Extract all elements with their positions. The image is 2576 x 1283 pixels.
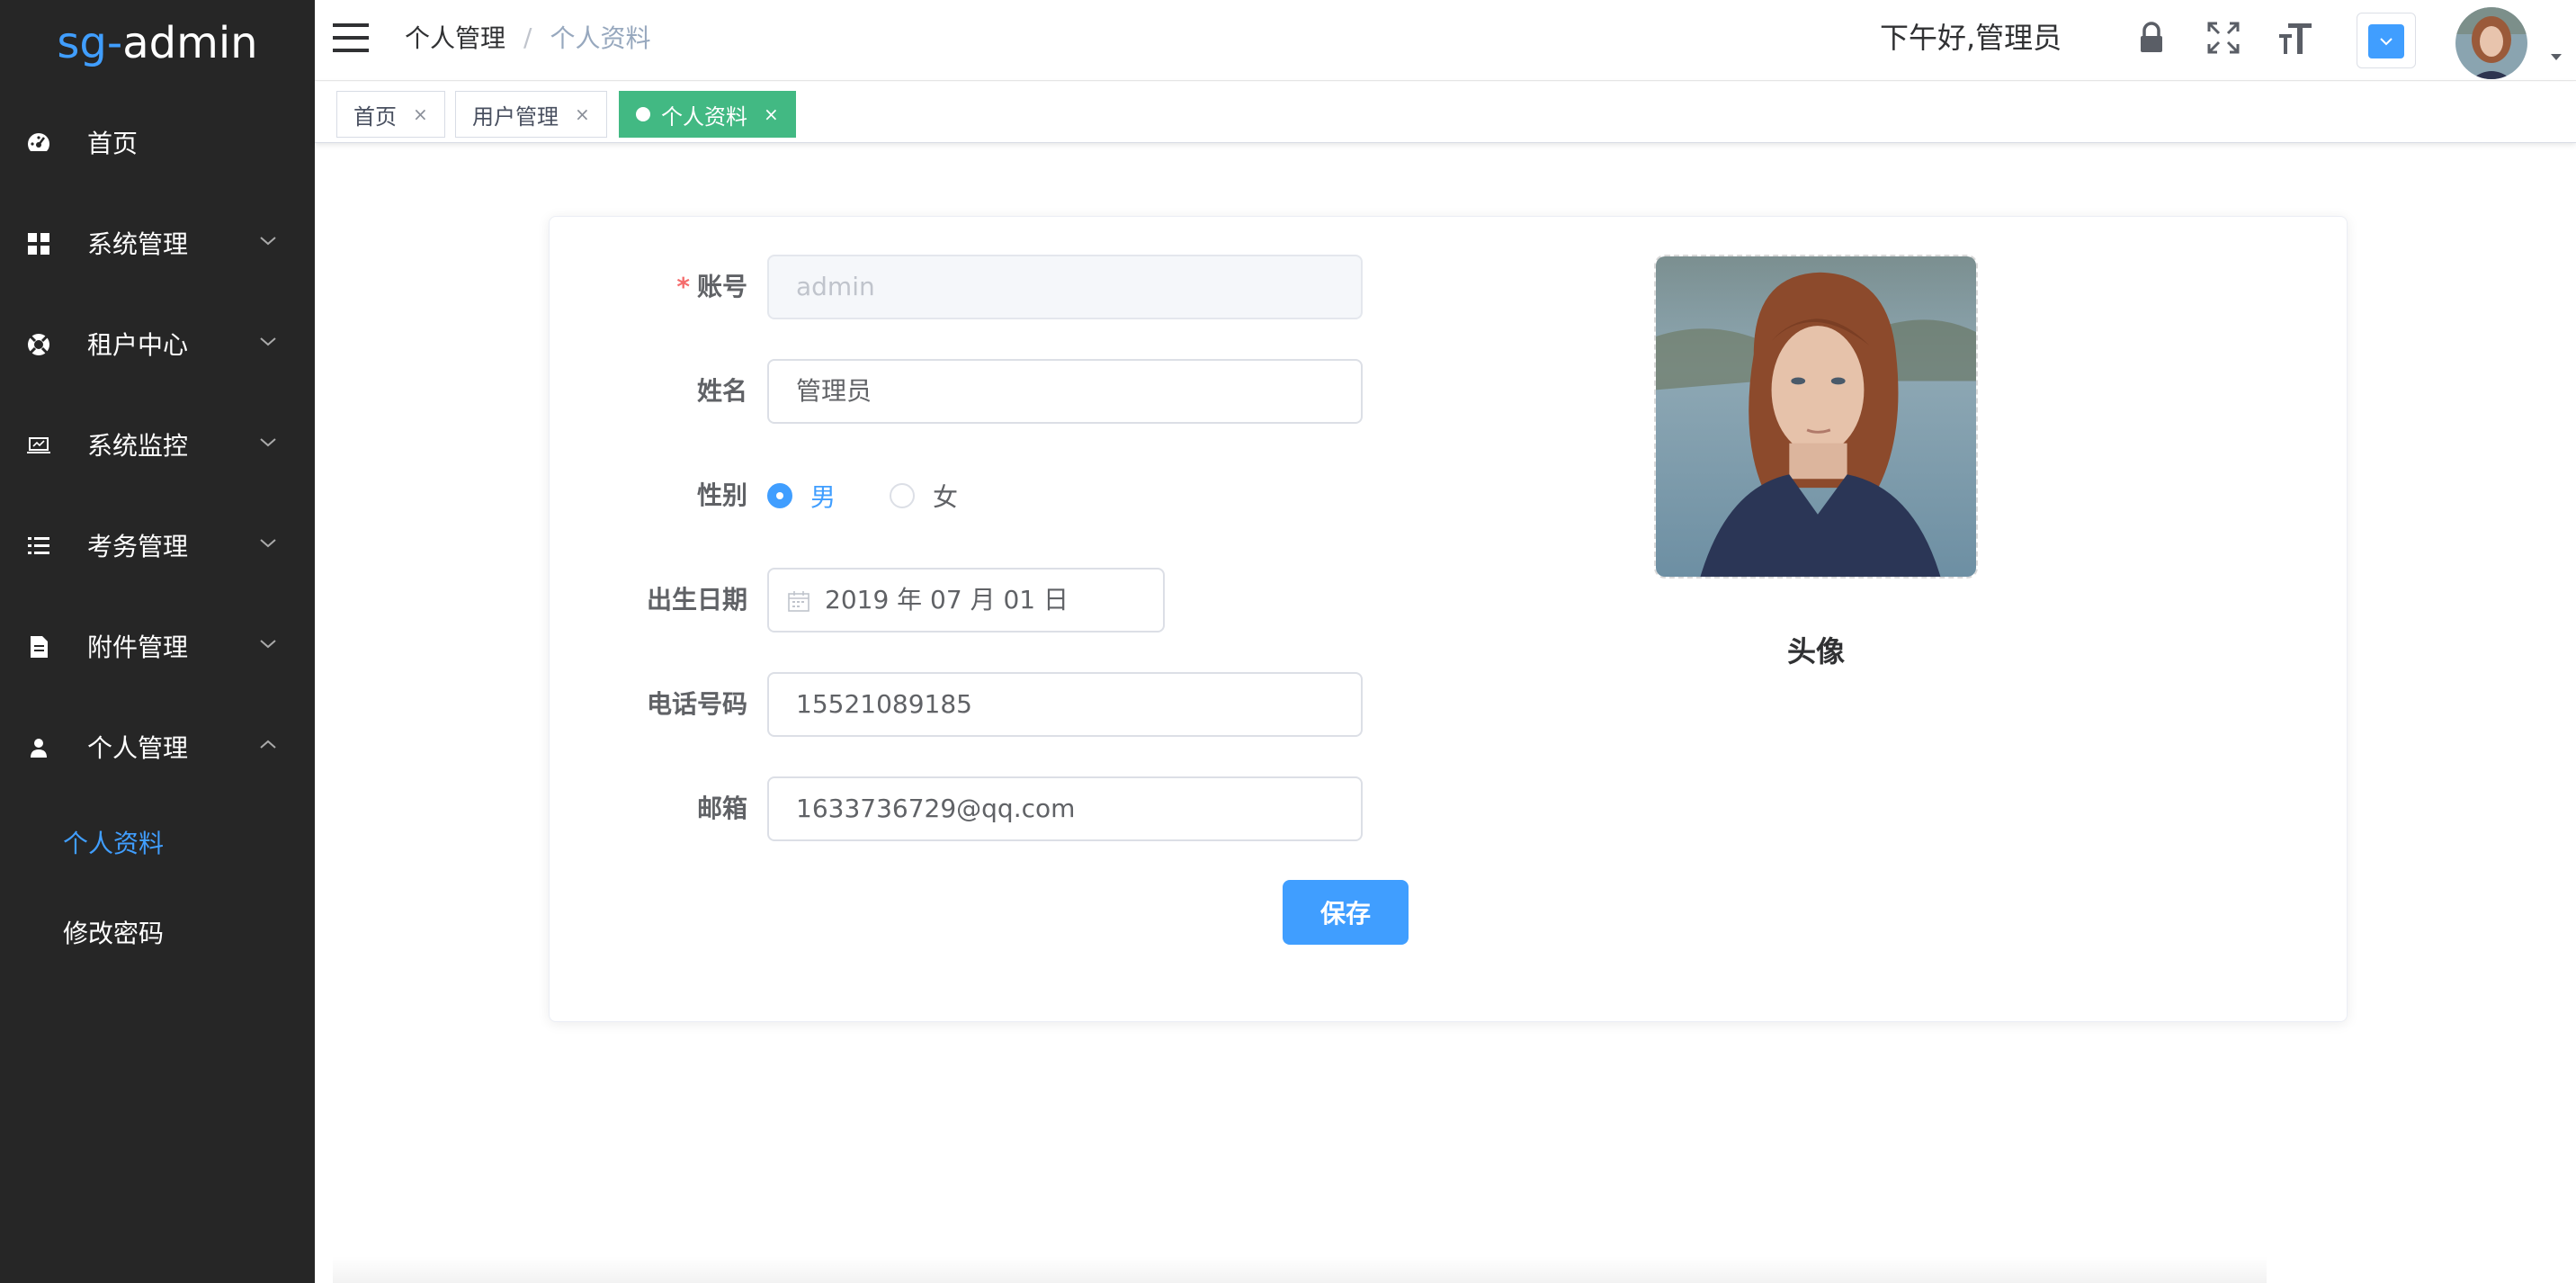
sidebar-subitem-change-password[interactable]: 修改密码: [0, 889, 315, 975]
breadcrumb-item[interactable]: 个人管理: [405, 19, 505, 55]
footer-shadow: [333, 1256, 2267, 1283]
app-logo[interactable]: sg - admin: [0, 0, 315, 86]
save-button[interactable]: 保存: [1283, 880, 1409, 945]
dashboard-icon: [27, 133, 50, 151]
lock-icon[interactable]: [2133, 20, 2169, 56]
close-icon[interactable]: ×: [575, 103, 590, 125]
form-row-birthday: 出生日期 2019 年 07 月 01 日: [550, 568, 1449, 633]
avatar-photo: [1656, 256, 1976, 577]
required-mark: *: [676, 272, 690, 301]
radio-checked-icon: [767, 483, 792, 508]
logo-suffix: admin: [122, 18, 258, 68]
sidebar-item-label: 租户中心: [87, 330, 189, 360]
account-input: admin: [767, 255, 1363, 319]
sidebar-item-home[interactable]: 首页: [0, 97, 315, 187]
sidebar-item-label: 系统监控: [87, 431, 189, 461]
fullscreen-icon[interactable]: [2205, 20, 2241, 56]
sidebar-item-exam[interactable]: 考务管理: [0, 500, 315, 590]
file-icon: [31, 636, 48, 658]
breadcrumb-current: 个人资料: [550, 23, 651, 53]
sidebar-subitem-profile[interactable]: 个人资料: [0, 799, 315, 885]
breadcrumb-separator: /: [523, 22, 532, 52]
hamburger-icon[interactable]: [333, 22, 369, 54]
theme-color-swatch: [2368, 24, 2404, 58]
account-label-text: 账号: [696, 272, 747, 301]
sidebar: sg - admin 首页 系统管理 租户中心 系统监控 考务管理 附件管理 个…: [0, 0, 315, 1283]
sidebar-subitem-label: 修改密码: [63, 919, 165, 948]
active-dot-icon: [636, 107, 650, 121]
avatar-caption: 头像: [1786, 634, 1845, 668]
chevron-down-icon: [2380, 38, 2393, 46]
birthday-date-picker[interactable]: 2019 年 07 月 01 日: [767, 568, 1165, 633]
form-row-gender: 性别 男 女: [550, 463, 1449, 528]
sidebar-item-label: 系统管理: [87, 229, 189, 259]
monitor-icon: [27, 437, 50, 453]
form-row-account: * 账号 admin: [550, 255, 1449, 319]
greeting-text: 下午好,管理员: [1880, 21, 2062, 55]
sidebar-item-attachment[interactable]: 附件管理: [0, 601, 315, 691]
sidebar-item-label: 附件管理: [87, 633, 189, 662]
profile-card: * 账号 admin 姓名 管理员 性别 男 女 出生日期 2019 年 07 …: [549, 216, 2348, 1022]
logo-dash: -: [106, 18, 123, 68]
sidebar-subitem-label: 个人资料: [63, 829, 165, 858]
birthday-label: 出生日期: [646, 585, 747, 615]
phone-input[interactable]: 15521089185: [767, 672, 1363, 737]
radio-label: 女: [933, 482, 959, 512]
sidebar-item-system[interactable]: 系统管理: [0, 198, 315, 288]
email-input[interactable]: 1633736729@qq.com: [767, 776, 1363, 841]
font-size-icon[interactable]: [2277, 20, 2313, 56]
phone-label: 电话号码: [646, 689, 747, 719]
caret-down-icon[interactable]: [2549, 52, 2563, 61]
avatar-image: [2455, 7, 2527, 79]
account-label: * 账号: [550, 255, 747, 319]
tag-profile[interactable]: 个人资料 ×: [619, 91, 796, 138]
form-row-email: 邮箱 1633736729@qq.com: [550, 776, 1449, 841]
top-navbar: 个人管理 / 个人资料 下午好,管理员: [315, 0, 2576, 81]
sidebar-item-label: 个人管理: [87, 733, 189, 763]
theme-dropdown-button[interactable]: [2357, 13, 2416, 68]
avatar-uploader[interactable]: [1654, 255, 1978, 579]
tag-home[interactable]: 首页 ×: [336, 91, 445, 138]
birthday-value: 2019 年 07 月 01 日: [825, 585, 1069, 615]
form-row-phone: 电话号码 15521089185: [550, 672, 1449, 737]
close-icon[interactable]: ×: [764, 103, 779, 125]
gender-radio-male[interactable]: 男: [767, 480, 836, 512]
chevron-up-icon: [260, 740, 276, 749]
tag-label: 用户管理: [472, 103, 559, 130]
chevron-down-icon: [260, 438, 276, 447]
sidebar-item-personal[interactable]: 个人管理: [0, 702, 315, 792]
chevron-down-icon: [260, 640, 276, 649]
name-label: 姓名: [696, 376, 747, 406]
radio-unchecked-icon: [890, 483, 915, 508]
list-icon: [28, 537, 49, 554]
grid-icon: [28, 233, 49, 255]
sidebar-item-tenant[interactable]: 租户中心: [0, 299, 315, 389]
chevron-down-icon: [260, 237, 276, 246]
email-label: 邮箱: [696, 794, 747, 823]
user-icon: [31, 739, 47, 758]
chevron-down-icon: [260, 539, 276, 548]
tag-label: 首页: [353, 103, 397, 130]
calendar-icon: [788, 591, 809, 612]
sidebar-item-label: 考务管理: [87, 532, 189, 561]
chevron-down-icon: [260, 337, 276, 346]
gender-label: 性别: [696, 480, 747, 510]
logo-prefix: sg: [57, 18, 107, 68]
tag-user-management[interactable]: 用户管理 ×: [455, 91, 607, 138]
avatar[interactable]: [2455, 7, 2527, 79]
breadcrumb: 个人管理 / 个人资料: [405, 18, 650, 56]
tag-label: 个人资料: [661, 103, 747, 130]
close-icon[interactable]: ×: [413, 103, 428, 125]
tags-view: 首页 × 用户管理 × 个人资料 ×: [315, 82, 2576, 143]
lifebuoy-icon: [28, 334, 49, 355]
radio-label: 男: [810, 482, 836, 512]
sidebar-item-label: 首页: [87, 129, 139, 158]
sidebar-item-monitor[interactable]: 系统监控: [0, 399, 315, 489]
name-input[interactable]: 管理员: [767, 359, 1363, 424]
gender-radio-female[interactable]: 女: [890, 480, 958, 512]
form-row-name: 姓名 管理员: [550, 359, 1449, 424]
